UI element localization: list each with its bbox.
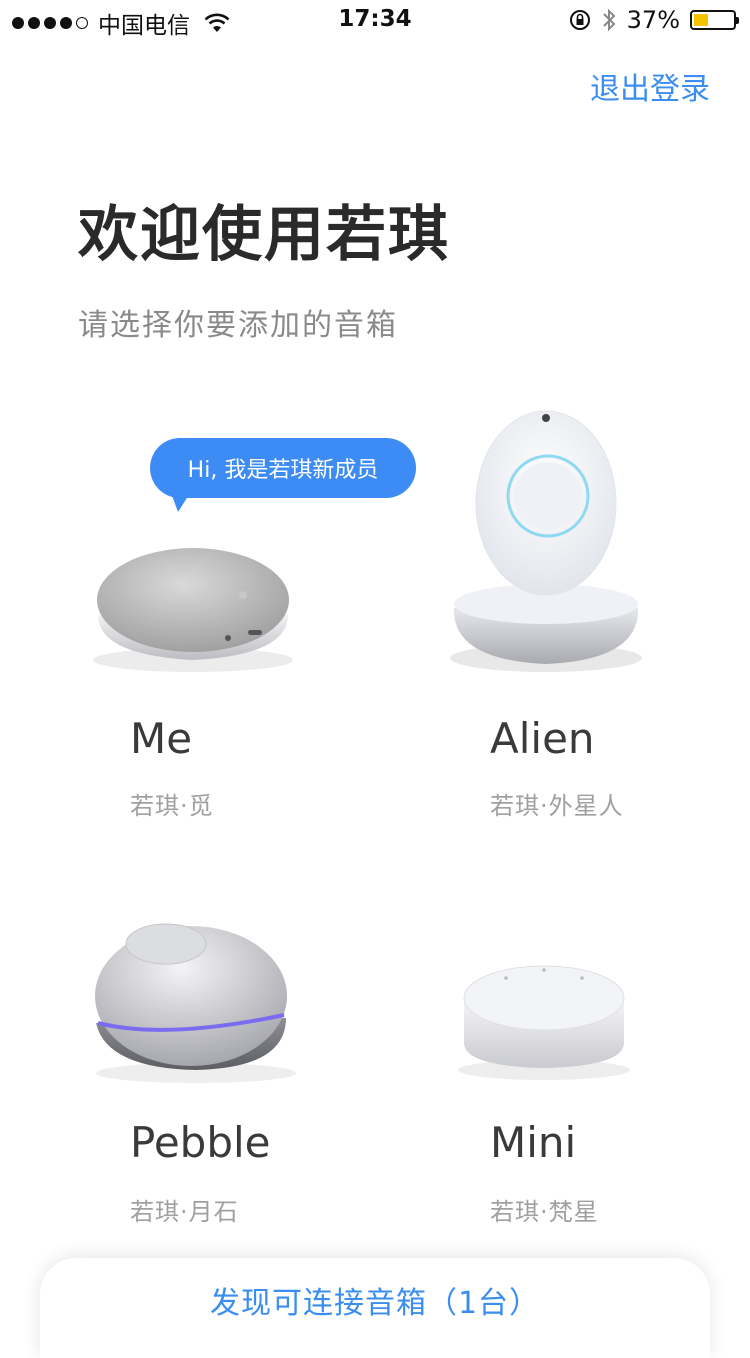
discover-devices-button[interactable]: 发现可连接音箱（1台） bbox=[40, 1258, 710, 1358]
speaker-me-image bbox=[93, 548, 293, 672]
device-subtitle: 若琪·外星人 bbox=[490, 792, 624, 820]
logout-button[interactable]: 退出登录 bbox=[590, 64, 710, 108]
speaker-mini-image bbox=[458, 965, 630, 1080]
status-bar-right: 37% bbox=[569, 6, 739, 34]
device-subtitle: 若琪·梵星 bbox=[490, 1198, 599, 1226]
device-name: Pebble bbox=[130, 1118, 271, 1167]
speaker-alien-image bbox=[450, 410, 642, 672]
status-bar: 中国电信 17:34 37% bbox=[0, 0, 750, 40]
device-card-me[interactable]: Me 若琪·觅 bbox=[70, 520, 370, 820]
page-subtitle: 请选择你要添加的音箱 bbox=[78, 308, 398, 343]
device-name: Mini bbox=[490, 1118, 577, 1167]
device-subtitle: 若琪·月石 bbox=[130, 1198, 239, 1226]
device-subtitle: 若琪·觅 bbox=[130, 792, 214, 820]
battery-percent: 37% bbox=[626, 6, 680, 34]
discover-devices-label: 发现可连接音箱（1台） bbox=[209, 1286, 541, 1321]
page-title: 欢迎使用若琪 bbox=[78, 200, 450, 270]
welcome-bubble: Hi, 我是若琪新成员 bbox=[150, 438, 416, 498]
orientation-lock-icon bbox=[569, 10, 590, 30]
speaker-pebble-image bbox=[95, 923, 296, 1083]
device-card-mini[interactable]: Mini 若琪·梵星 bbox=[430, 950, 730, 1228]
bluetooth-icon bbox=[602, 8, 616, 32]
battery-icon bbox=[690, 10, 739, 30]
device-card-pebble[interactable]: Pebble 若琪·月石 bbox=[70, 918, 370, 1228]
welcome-bubble-tail bbox=[170, 490, 192, 512]
device-name: Me bbox=[130, 714, 193, 763]
device-name: Alien bbox=[490, 714, 595, 763]
device-card-alien[interactable]: Alien 若琪·外星人 bbox=[430, 408, 730, 820]
battery-level-fill bbox=[694, 14, 708, 26]
